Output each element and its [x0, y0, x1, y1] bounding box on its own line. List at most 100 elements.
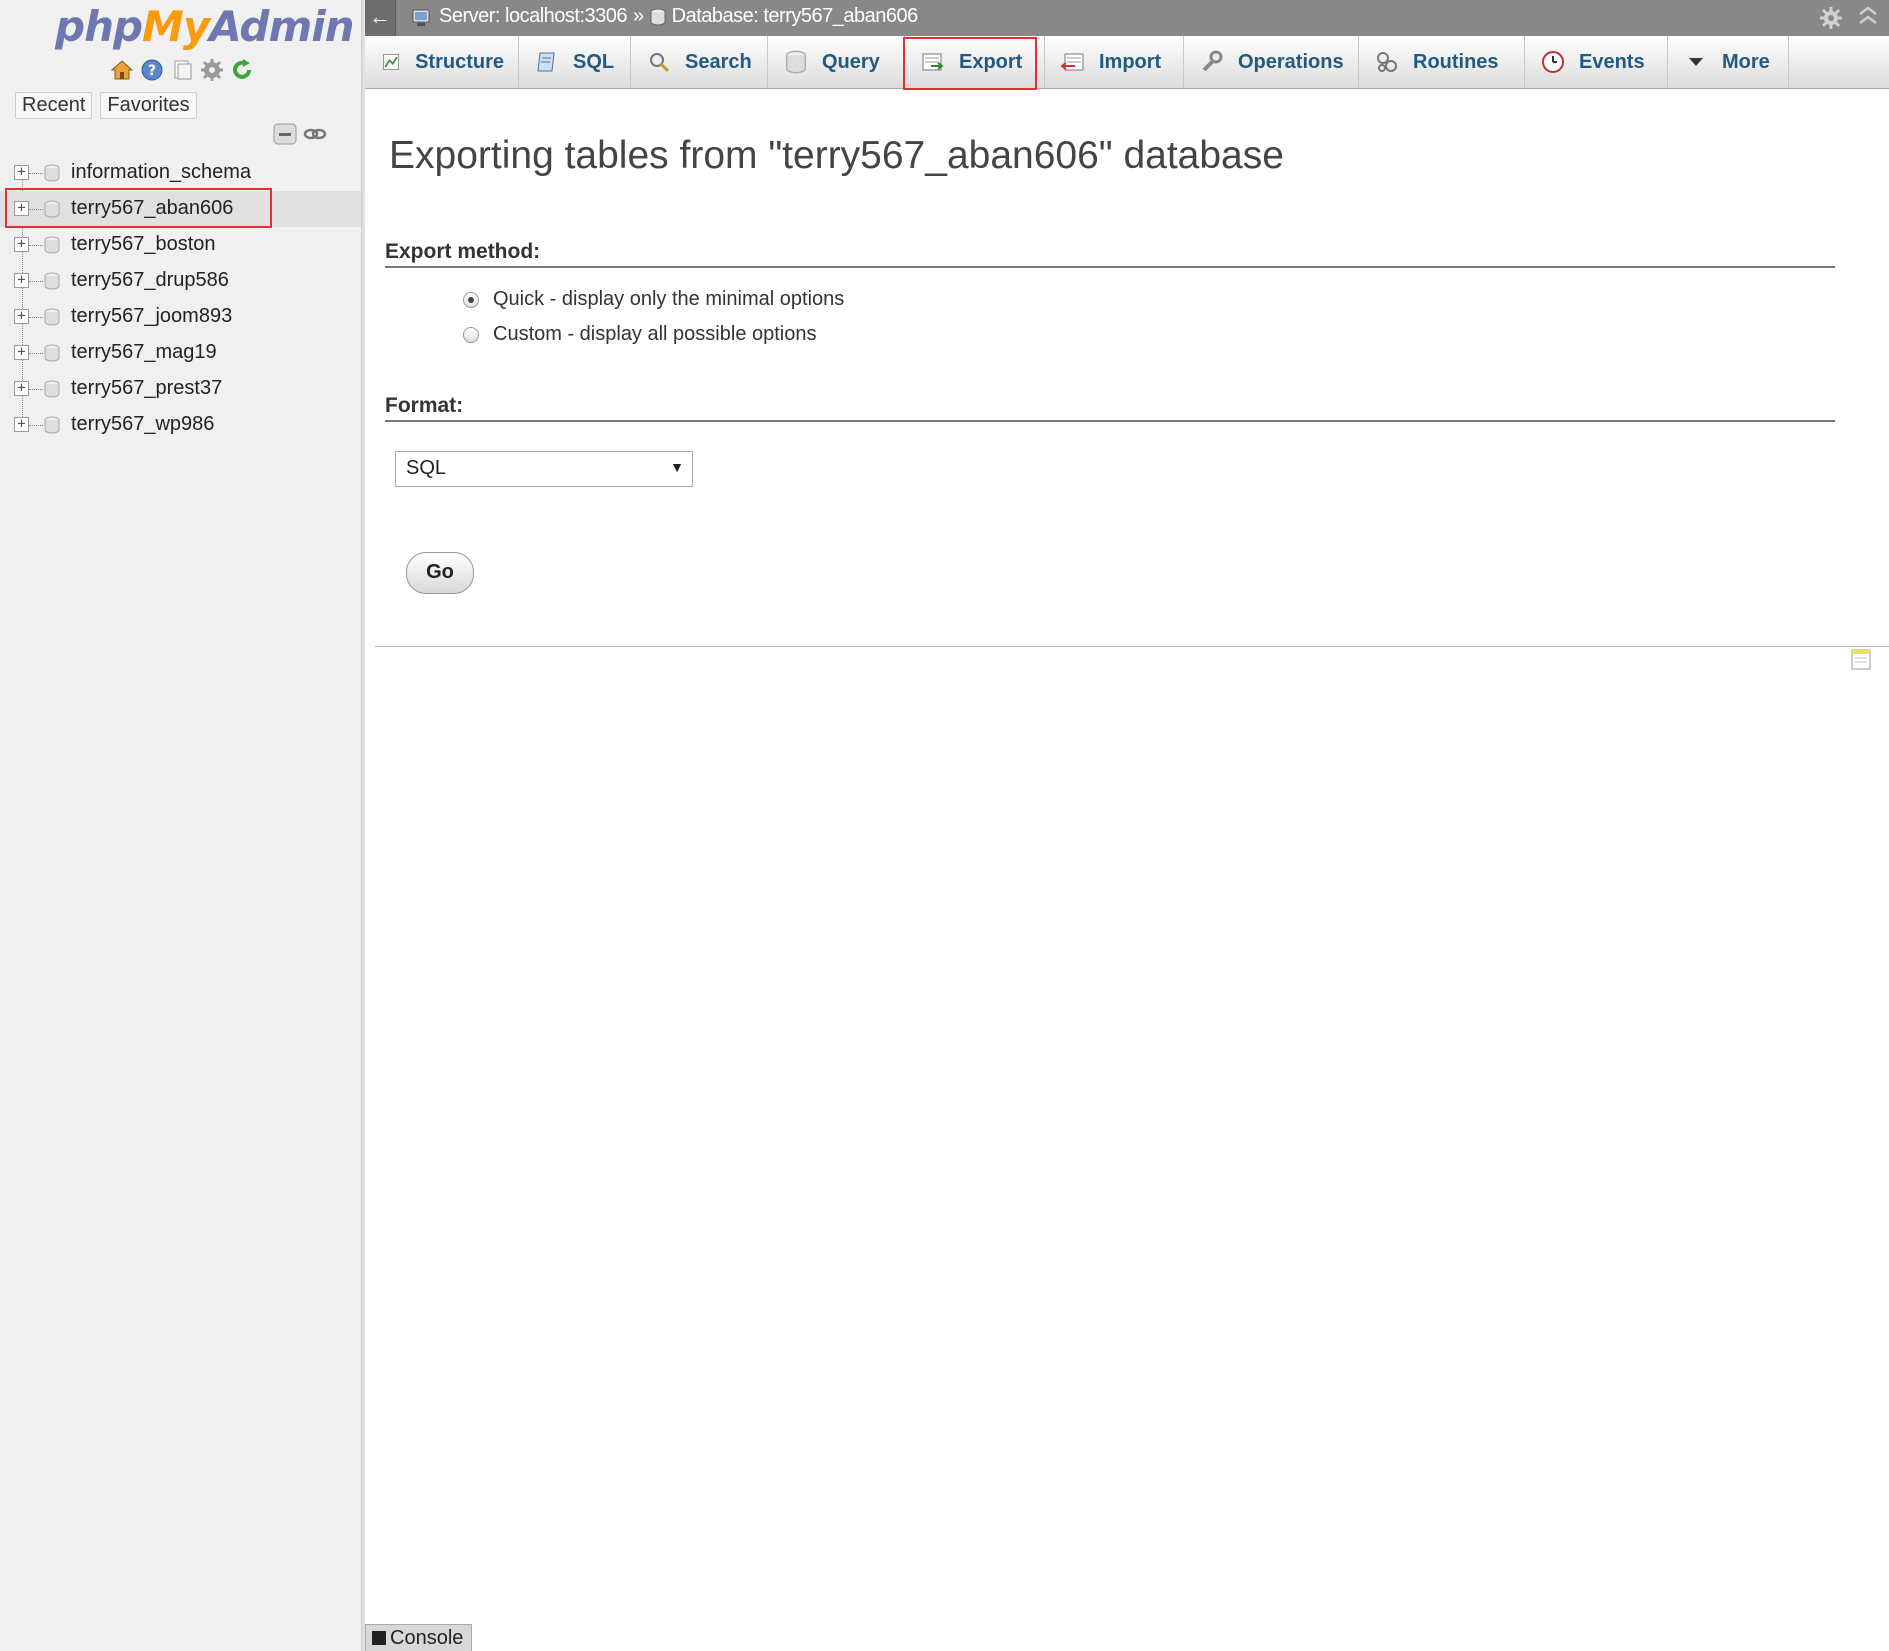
import-icon — [1061, 53, 1084, 71]
reload-icon[interactable] — [230, 58, 254, 82]
export-method-custom[interactable]: Custom - display all possible options — [463, 323, 817, 346]
console-toggle[interactable]: Console — [365, 1624, 472, 1651]
go-button[interactable]: Go — [406, 552, 474, 594]
tree-branch — [29, 245, 43, 246]
main-content: Exporting tables from "terry567_aban606"… — [365, 88, 1889, 1651]
db-name[interactable]: terry567_joom893 — [71, 305, 232, 328]
db-name[interactable]: terry567_drup586 — [71, 269, 229, 292]
recent-favorites-tabs: Recent Favorites — [15, 92, 197, 119]
db-name[interactable]: terry567_wp986 — [71, 413, 214, 436]
svg-text:?: ? — [148, 63, 156, 79]
quick-icons: ? — [110, 58, 254, 82]
tree-branch — [29, 425, 43, 426]
expand-icon[interactable]: + — [14, 309, 29, 324]
operations-icon — [1202, 50, 1223, 72]
tab-label: Routines — [1413, 50, 1499, 73]
db-item-terry567-mag19[interactable]: + terry567_mag19 — [0, 335, 361, 371]
routines-icon — [1377, 52, 1397, 72]
db-name[interactable]: terry567_boston — [71, 233, 216, 256]
docs-icon[interactable] — [170, 58, 194, 82]
db-item-terry567-drup586[interactable]: + terry567_drup586 — [0, 263, 361, 299]
custom-radio-label[interactable]: Custom - display all possible options — [493, 323, 817, 346]
tab-label: Events — [1579, 50, 1645, 73]
events-icon — [1542, 51, 1564, 73]
db-name[interactable]: terry567_mag19 — [71, 341, 217, 364]
console-icon — [372, 1631, 386, 1645]
page-title: Exporting tables from "terry567_aban606"… — [389, 134, 1284, 177]
tab-label: Search — [685, 50, 752, 73]
format-select[interactable]: SQL ▼ — [395, 451, 693, 487]
topbar-right-icons — [1819, 6, 1879, 30]
db-item-information-schema[interactable]: + information_schema — [0, 155, 361, 191]
database-icon — [44, 236, 60, 254]
expand-icon[interactable]: + — [14, 165, 29, 180]
export-method-quick[interactable]: Quick - display only the minimal options — [463, 288, 844, 311]
export-method-heading: Export method: — [385, 240, 1835, 268]
database-icon — [44, 416, 60, 434]
home-icon[interactable] — [110, 58, 134, 82]
format-selected-value: SQL — [406, 457, 447, 479]
tab-label: Operations — [1238, 50, 1344, 73]
quick-radio-label[interactable]: Quick - display only the minimal options — [493, 288, 844, 311]
expand-icon[interactable]: + — [14, 381, 29, 396]
tab-label: SQL — [573, 50, 615, 73]
database-icon — [44, 308, 60, 326]
tab-operations[interactable]: Operations — [1184, 36, 1359, 88]
custom-radio[interactable] — [463, 326, 479, 343]
breadcrumb-database[interactable]: Database: terry567_aban606 — [672, 5, 919, 28]
collapse-topbar-icon[interactable] — [1857, 6, 1879, 28]
db-item-terry567-boston[interactable]: + terry567_boston — [0, 227, 361, 263]
search-icon — [650, 53, 670, 73]
tab-label: Structure — [415, 50, 504, 73]
database-tabs: Structure SQL Search Query Export Import… — [365, 36, 1889, 89]
content-divider — [375, 646, 1889, 647]
tab-search[interactable]: Search — [631, 36, 768, 88]
expand-icon[interactable]: + — [14, 237, 29, 252]
expand-icon[interactable]: + — [14, 273, 29, 288]
database-icon — [44, 344, 60, 362]
query-icon — [786, 50, 806, 74]
expand-icon[interactable]: + — [14, 345, 29, 360]
breadcrumb-server[interactable]: Server: localhost:3306 — [439, 5, 628, 28]
tab-label: Import — [1099, 50, 1162, 73]
format-heading: Format: — [385, 394, 1835, 422]
breadcrumb-separator: » — [633, 5, 644, 27]
db-item-terry567-prest37[interactable]: + terry567_prest37 — [0, 371, 361, 407]
db-item-terry567-wp986[interactable]: + terry567_wp986 — [0, 407, 361, 443]
settings-icon[interactable] — [200, 58, 224, 82]
more-dropdown-icon — [1689, 58, 1703, 66]
database-icon — [650, 8, 666, 25]
sql-icon — [537, 52, 555, 72]
phpmyadmin-logo[interactable]: phpMyAdmin — [55, 2, 355, 51]
navigation-controls — [273, 122, 327, 146]
collapse-sidebar-button[interactable]: ← — [365, 0, 396, 36]
tab-events[interactable]: Events — [1525, 36, 1668, 88]
tab-routines[interactable]: Routines — [1359, 36, 1525, 88]
db-item-terry567-joom893[interactable]: + terry567_joom893 — [0, 299, 361, 335]
tab-structure[interactable]: Structure — [365, 36, 519, 88]
quick-radio[interactable] — [463, 291, 479, 308]
tab-import[interactable]: Import — [1045, 36, 1184, 88]
favorites-tab[interactable]: Favorites — [100, 92, 197, 119]
breadcrumb: Server: localhost:3306 » Database: terry… — [411, 5, 918, 28]
link-with-main-icon[interactable] — [303, 122, 327, 146]
structure-icon — [383, 54, 400, 70]
server-icon — [412, 9, 430, 26]
collapse-all-icon[interactable] — [273, 122, 297, 146]
recent-tab[interactable]: Recent — [15, 92, 93, 119]
console-label: Console — [390, 1626, 464, 1649]
dropdown-arrow-icon: ▼ — [670, 459, 684, 475]
page-settings-icon[interactable] — [1819, 6, 1843, 30]
db-name[interactable]: information_schema — [71, 161, 251, 184]
tab-more[interactable]: More — [1668, 36, 1789, 88]
tree-branch — [29, 353, 43, 354]
expand-icon[interactable]: + — [14, 417, 29, 432]
help-icon[interactable]: ? — [140, 58, 164, 82]
tab-query[interactable]: Query — [768, 36, 905, 88]
tab-sql[interactable]: SQL — [519, 36, 631, 88]
db-name[interactable]: terry567_prest37 — [71, 377, 222, 400]
tree-branch — [29, 389, 43, 390]
sticky-note-icon[interactable] — [1851, 648, 1871, 670]
database-icon — [44, 380, 60, 398]
database-icon — [44, 164, 60, 182]
